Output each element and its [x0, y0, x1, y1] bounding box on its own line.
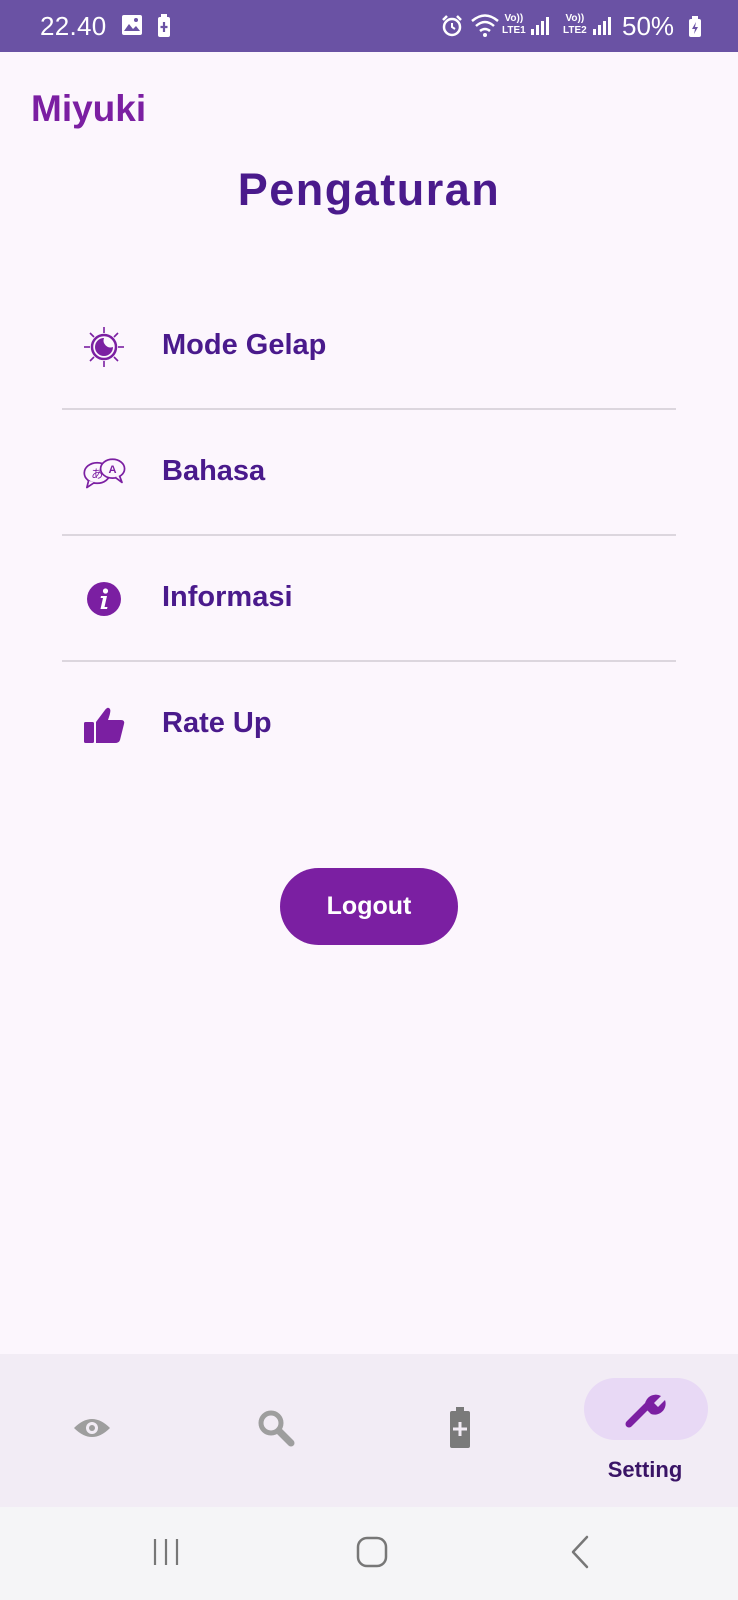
menu-label-rate-up: Rate Up	[162, 707, 272, 739]
battery-icon	[438, 1406, 482, 1450]
signal-icon	[592, 16, 612, 41]
translate-icon: あ A	[80, 449, 128, 497]
nav-tab-battery[interactable]	[368, 1354, 552, 1507]
nav-tab-search[interactable]	[184, 1354, 368, 1507]
dark-mode-icon	[80, 323, 128, 371]
signal-icon	[530, 16, 550, 41]
logout-button[interactable]: Logout	[280, 868, 458, 945]
svg-text:あ: あ	[91, 467, 103, 481]
battery-saver-icon	[157, 14, 171, 43]
wifi-icon	[470, 12, 500, 43]
lte2-label: Vo)) LTE2	[563, 13, 587, 36]
nav-tab-setting[interactable]	[553, 1354, 737, 1507]
menu-item-dark-mode[interactable]: Mode Gelap	[62, 284, 676, 410]
alarm-icon	[440, 14, 464, 43]
menu-label-info: Informasi	[162, 581, 293, 613]
menu-item-language[interactable]: あ A Bahasa	[62, 410, 676, 536]
info-icon	[80, 575, 128, 623]
status-bar: 22.40 Vo)) LTE1 Vo)) LTE2 50%	[0, 0, 738, 52]
recents-button[interactable]	[136, 1527, 196, 1581]
nav-tab-eye[interactable]	[0, 1354, 184, 1507]
thumbs-up-icon	[80, 701, 128, 749]
page-title: Pengaturan	[237, 164, 501, 215]
home-icon	[356, 1536, 388, 1573]
back-icon	[569, 1535, 591, 1574]
battery-percent: 50%	[622, 11, 675, 41]
wrench-icon	[623, 1388, 667, 1432]
status-time: 22.40	[40, 11, 107, 41]
settings-menu: Mode Gelap あ A Bahasa Informasi Rate Up	[62, 284, 676, 788]
nav-tab-setting-label: Setting	[607, 1457, 683, 1482]
bottom-nav: Setting	[0, 1354, 738, 1507]
home-button[interactable]	[342, 1527, 402, 1581]
lte1-label: Vo)) LTE1	[502, 13, 526, 36]
recents-icon	[151, 1538, 181, 1571]
menu-label-dark-mode: Mode Gelap	[162, 329, 327, 361]
search-icon	[254, 1406, 298, 1450]
svg-text:A: A	[109, 464, 117, 476]
battery-icon	[688, 16, 702, 43]
app-name: Miyuki	[31, 88, 147, 129]
menu-label-language: Bahasa	[162, 455, 266, 487]
system-nav	[0, 1507, 738, 1600]
gallery-icon	[121, 14, 143, 41]
back-button[interactable]	[550, 1527, 610, 1581]
menu-item-info[interactable]: Informasi	[62, 536, 676, 662]
menu-item-rate-up[interactable]: Rate Up	[62, 662, 676, 788]
eye-icon	[70, 1406, 114, 1450]
